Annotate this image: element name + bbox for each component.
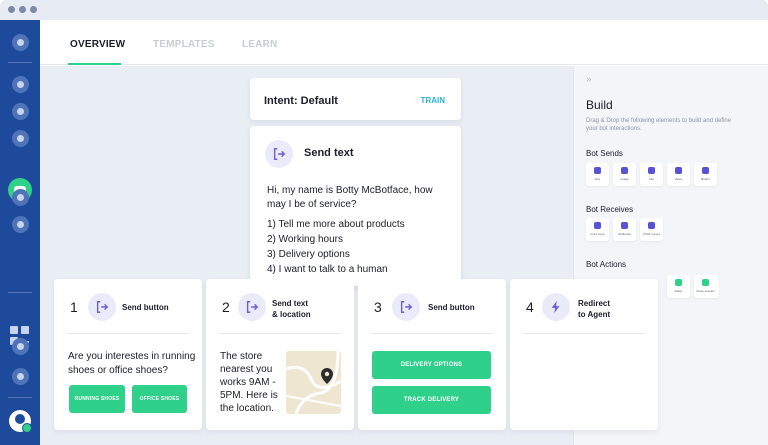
window-titlebar [0, 0, 768, 20]
input-icon [594, 222, 601, 229]
file-icon [648, 167, 655, 174]
sidebar-divider [8, 292, 32, 293]
list-item: 1) Tell me more about products [267, 219, 405, 230]
step-card-3[interactable]: 3 Send button DELIVERY OPTIONS TRACK DEL… [358, 279, 506, 430]
step-card-1[interactable]: 1 Send button Are you interestes in runn… [54, 279, 202, 430]
chat-icon[interactable] [12, 103, 29, 120]
location-map[interactable] [286, 351, 341, 414]
send-text-title: Send text [304, 147, 354, 159]
train-button[interactable]: TRAIN [421, 96, 445, 105]
send-icon [265, 140, 293, 168]
office-shoes-button[interactable]: OFFICE SHOES [132, 385, 187, 413]
button-icon [702, 167, 709, 174]
sidebar [0, 20, 40, 445]
tab-overview[interactable]: OVERVIEW [70, 39, 125, 50]
send-text-card[interactable]: Send text Hi, my name is Botty McBotface… [250, 126, 461, 286]
help-icon[interactable] [12, 338, 29, 355]
step-card-2[interactable]: 2 Send text & location The store nearest… [206, 279, 354, 430]
divider [220, 333, 340, 334]
element-text[interactable]: Text [586, 163, 609, 186]
image-icon [621, 167, 628, 174]
step-title-line2: to Agent [578, 310, 611, 319]
running-shoes-button[interactable]: RUNNING SHOES [69, 385, 125, 413]
list-item: 2) Working hours [267, 234, 343, 245]
intent-card[interactable]: Intent: Default TRAIN [250, 78, 461, 120]
analytics-icon[interactable] [12, 216, 29, 233]
step-title-line2: & location [272, 310, 311, 319]
sidebar-divider [8, 397, 32, 398]
attributes-icon [621, 222, 628, 229]
delivery-options-button[interactable]: DELIVERY OPTIONS [372, 351, 491, 379]
text-icon [594, 167, 601, 174]
settings-icon[interactable] [12, 130, 29, 147]
send-location-icon [238, 293, 266, 321]
window-close-dot[interactable] [8, 6, 15, 13]
sync-icon[interactable] [12, 76, 29, 93]
element-delay[interactable]: Delay [667, 275, 690, 298]
collapse-panel-icon[interactable]: » [586, 74, 592, 85]
window-maximize-dot[interactable] [30, 6, 37, 13]
element-file[interactable]: File [640, 163, 663, 186]
divider [524, 333, 644, 334]
step-number: 2 [222, 299, 230, 315]
send-button-icon [392, 293, 420, 321]
divider [372, 333, 492, 334]
track-delivery-button[interactable]: TRACK DELIVERY [372, 386, 491, 414]
option-list: 1) Tell me more about products 2) Workin… [267, 217, 405, 277]
tab-templates[interactable]: TEMPLATES [153, 39, 215, 50]
step-title: Send button [428, 303, 475, 312]
notifications-icon[interactable] [12, 368, 29, 385]
sidebar-divider [8, 62, 32, 63]
element-image[interactable]: Image [613, 163, 636, 186]
step-question: Are you interestes in running shoes or o… [68, 351, 196, 376]
element-close-session[interactable]: Close session [694, 275, 719, 298]
step-title: Send button [122, 303, 169, 312]
build-title: Build [586, 98, 613, 112]
step-title-line1: Send text [272, 299, 309, 308]
section-bot-actions: Bot Actions [586, 260, 627, 269]
section-bot-sends: Bot Sends [586, 149, 623, 158]
avatar[interactable] [9, 410, 32, 433]
list-item: 3) Delivery options [267, 249, 350, 260]
delay-icon [675, 279, 682, 286]
video-icon [675, 167, 682, 174]
step-number: 1 [70, 299, 78, 315]
step-number: 4 [526, 299, 534, 315]
home-icon[interactable] [12, 34, 29, 51]
element-button[interactable]: Button [694, 163, 717, 186]
intent-title: Intent: Default [264, 95, 338, 107]
divider [68, 333, 188, 334]
element-csat-survey[interactable]: CSAT survey [640, 218, 663, 241]
section-bot-receives: Bot Receives [586, 205, 634, 214]
element-video[interactable]: Video [667, 163, 690, 186]
store-hours-text: The store nearest you works 9AM - 5PM. H… [220, 351, 278, 414]
step-card-4[interactable]: 4 Redirect to Agent [510, 279, 658, 430]
map-pin-icon [321, 368, 333, 384]
tab-learn[interactable]: LEARN [242, 39, 277, 50]
element-attributes[interactable]: Attributes [613, 218, 636, 241]
step-title-line1: Redirect [578, 299, 611, 308]
top-nav: OVERVIEW TEMPLATES LEARN [40, 20, 768, 65]
close-session-icon [702, 279, 709, 286]
survey-icon [648, 222, 655, 229]
step-number: 3 [374, 299, 382, 315]
build-description: Drag & Drop the following elements to bu… [586, 118, 732, 132]
send-button-icon [88, 293, 116, 321]
active-tab-indicator [68, 63, 121, 65]
lightning-icon [542, 293, 570, 321]
list-item: 4) I want to talk to a human [267, 264, 388, 275]
element-input[interactable]: Input input [586, 218, 609, 241]
user-icon[interactable] [12, 189, 29, 206]
bot-message: Hi, my name is Botty McBotface, how may … [267, 185, 433, 210]
window-minimize-dot[interactable] [19, 6, 26, 13]
